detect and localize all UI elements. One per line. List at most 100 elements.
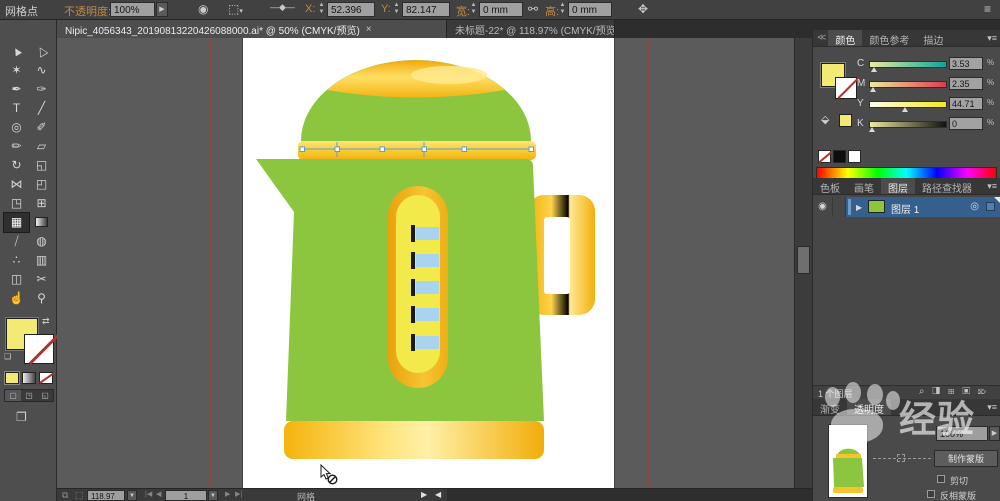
collapse-panel-icon[interactable]: ≪	[813, 30, 828, 46]
cyan-slider[interactable]	[869, 61, 947, 68]
tab-color[interactable]: 颜色	[828, 30, 863, 47]
x-input[interactable]: 52.396 mm	[327, 2, 375, 17]
black-slider-knob[interactable]	[869, 127, 875, 132]
curvature-tool[interactable]: ✑	[29, 80, 54, 99]
slice-tool[interactable]: ✂	[29, 270, 54, 289]
recolor-artwork-icon[interactable]: ◉	[198, 2, 208, 16]
magenta-slider-knob[interactable]	[870, 87, 876, 92]
out-of-web-color-icon[interactable]: ⬙	[821, 113, 829, 126]
line-tool[interactable]: ╱	[29, 99, 54, 118]
white-swatch[interactable]	[848, 150, 861, 163]
last-artboard-icon[interactable]: ▶|	[235, 490, 242, 498]
magenta-slider[interactable]	[869, 81, 947, 88]
hscroll-left-arrow-icon[interactable]: ▶	[421, 490, 427, 499]
direct-selection-tool[interactable]: ▷	[29, 42, 54, 61]
document-tab-2[interactable]: 未标题-22* @ 118.97% (CMYK/预览) ×	[447, 20, 615, 38]
stroke-color-swatch[interactable]	[24, 334, 54, 364]
vertical-scrollbar[interactable]	[794, 38, 812, 488]
pencil-tool[interactable]: ✏	[4, 137, 29, 156]
tab-pathfinder[interactable]: 路径查找器	[915, 178, 979, 195]
first-artboard-icon[interactable]: |◀	[145, 490, 152, 498]
paintbrush-tool[interactable]: ✐	[29, 118, 54, 137]
yellow-slider-knob[interactable]	[902, 107, 908, 112]
none-swatch[interactable]	[818, 150, 831, 163]
blend-tool[interactable]: ◍	[29, 232, 54, 251]
document-tab-1[interactable]: Nipic_4056343_20190813220426088000.ai* @…	[57, 20, 447, 38]
tab-gradient[interactable]: 渐变	[813, 399, 847, 416]
panel-menu-icon[interactable]: ≡	[984, 2, 991, 16]
height-stepper[interactable]: ▲ ▼	[558, 2, 567, 17]
color-button[interactable]	[4, 371, 20, 385]
artboard-number-box[interactable]: 1	[165, 490, 207, 501]
kettle-base[interactable]	[284, 421, 544, 459]
lock-column[interactable]	[833, 197, 846, 217]
cyan-slider-knob[interactable]	[871, 67, 877, 72]
next-artboard-icon[interactable]: ▶	[225, 490, 230, 498]
gradient-tool[interactable]	[29, 213, 54, 232]
tab-transparency[interactable]: 透明度	[847, 399, 891, 416]
lid-band[interactable]	[298, 141, 536, 160]
object-thumbnail[interactable]	[828, 424, 868, 498]
perspective-grid-tool[interactable]: ⊞	[29, 194, 54, 213]
eyedropper-tool[interactable]: ⧸	[4, 232, 29, 251]
hand-tool[interactable]: ☝	[4, 289, 29, 308]
layer-row-selection[interactable]: ▶ 图层 1 ◎	[846, 197, 1000, 217]
clip-checkbox[interactable]	[937, 475, 945, 483]
width-tool[interactable]: ⋈	[4, 175, 29, 194]
default-fill-stroke-icon[interactable]: ❏	[4, 352, 11, 361]
column-graph-tool[interactable]: ▥	[29, 251, 54, 270]
shape-builder-tool[interactable]: ◳	[4, 194, 29, 213]
vertical-scrollbar-thumb[interactable]	[797, 246, 810, 274]
symbol-sprayer-tool[interactable]: ∴	[4, 251, 29, 270]
horizontal-scrollbar[interactable]	[447, 489, 812, 501]
tab-color-guide[interactable]: 颜色参考	[862, 30, 916, 47]
opacity-input[interactable]: 100%	[110, 2, 155, 17]
transparency-panel-menu-icon[interactable]: ▾≡	[987, 402, 997, 413]
hscroll-right-arrow-icon[interactable]: ◀	[435, 490, 441, 499]
ellipse-tool[interactable]: ◎	[4, 118, 29, 137]
tab-stroke[interactable]: 描边	[916, 30, 950, 47]
panel-stroke-swatch[interactable]	[835, 77, 857, 99]
y-stepper[interactable]: ▲ ▼	[392, 2, 401, 17]
status-icon-1[interactable]: ⧉	[62, 490, 68, 501]
screen-mode-icon[interactable]: ❐	[16, 410, 27, 424]
tab-swatches[interactable]: 色板	[813, 178, 847, 195]
selection-tool[interactable]: ►	[4, 42, 29, 61]
magic-wand-tool[interactable]: ✶	[4, 61, 29, 80]
zoom-dropdown-icon[interactable]: ▼	[127, 490, 137, 501]
draw-normal-icon[interactable]: ▢	[5, 390, 21, 401]
none-button[interactable]	[39, 372, 53, 384]
canvas-area[interactable]	[57, 38, 794, 488]
tab-brushes[interactable]: 画笔	[847, 178, 881, 195]
width-input[interactable]: 0 mm	[479, 2, 523, 17]
tab-layers[interactable]: 图层	[881, 178, 915, 195]
artboard-tool[interactable]: ◫	[4, 270, 29, 289]
status-icon-2[interactable]: ⬚	[75, 490, 84, 501]
type-tool[interactable]: T	[4, 99, 29, 118]
cyan-value-input[interactable]: 3.53	[949, 57, 983, 70]
make-mask-button[interactable]: 制作蒙版	[934, 450, 998, 467]
stroke-profile-icon[interactable]: —◆—	[270, 2, 295, 13]
eraser-tool[interactable]: ▱	[29, 137, 54, 156]
selection-style-icon[interactable]: ⬚▾	[228, 2, 243, 16]
pen-tool[interactable]: ✒	[4, 80, 29, 99]
layer-target-icon[interactable]: ◎	[970, 201, 979, 212]
black-swatch[interactable]	[833, 150, 846, 163]
layer-row[interactable]: ◉ ▶ 图层 1 ◎	[813, 197, 1000, 217]
transform-icon[interactable]: ✥	[638, 2, 648, 16]
scale-tool[interactable]: ◱	[29, 156, 54, 175]
artboard-dropdown-icon[interactable]: ▼	[208, 490, 218, 501]
transparency-opacity-dropdown-icon[interactable]: ▶	[989, 426, 1000, 441]
layers-footer-icons[interactable]: ⌕◨⊞▣⌦	[919, 386, 994, 397]
color-panel-menu-icon[interactable]: ▾≡	[987, 33, 997, 44]
layers-panel-menu-icon[interactable]: ▾≡	[987, 181, 997, 192]
invert-mask-checkbox[interactable]	[927, 490, 935, 498]
layer-thumbnail[interactable]	[868, 200, 885, 213]
mesh-tool[interactable]: ▦	[3, 212, 30, 233]
x-stepper[interactable]: ▲ ▼	[317, 2, 326, 17]
opacity-label[interactable]: 不透明度:	[64, 3, 111, 19]
close-icon[interactable]: ×	[366, 24, 372, 35]
draw-inside-icon[interactable]: ◱	[37, 390, 53, 401]
transparency-opacity-input[interactable]: 100%	[936, 426, 988, 441]
black-value-input[interactable]: 0	[949, 117, 983, 130]
